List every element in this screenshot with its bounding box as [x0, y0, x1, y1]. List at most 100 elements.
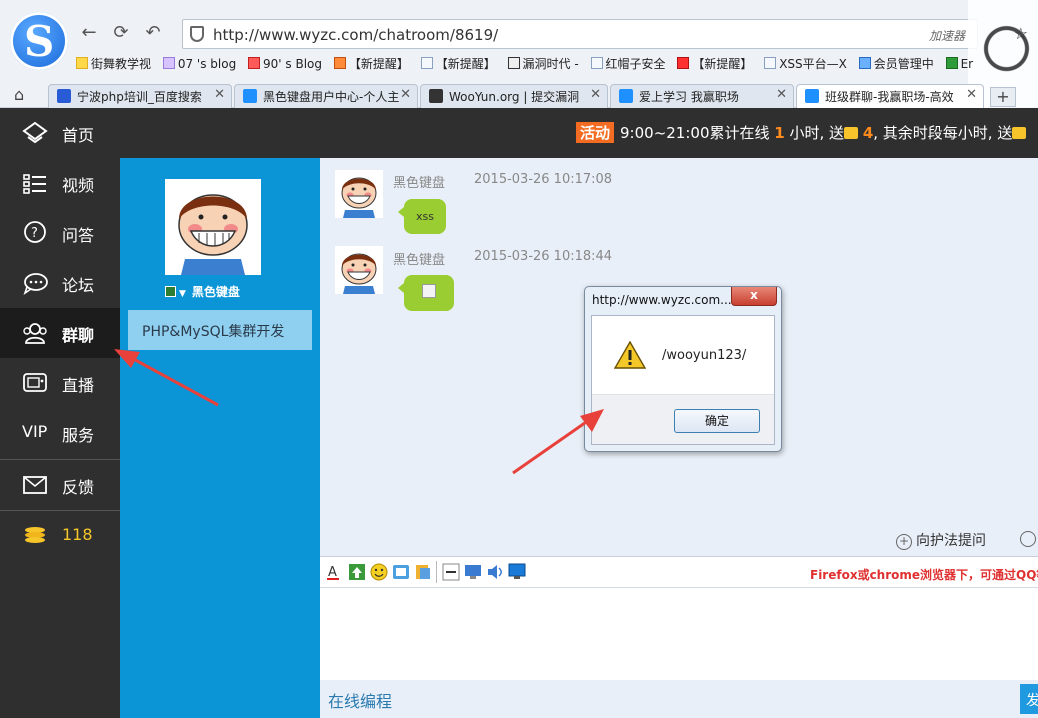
dialog-close-button[interactable]: x: [731, 287, 777, 306]
group-chat-icon: [23, 323, 47, 344]
tab-title: 爱上学习 我赢职场: [639, 90, 739, 104]
bookmark-item[interactable]: 漏洞时代 -: [507, 55, 579, 72]
bookmark-item[interactable]: 【新提醒】: [420, 55, 496, 72]
broken-image-icon: [422, 284, 436, 298]
avatar[interactable]: [165, 179, 261, 275]
bookmark-icon: [858, 57, 871, 69]
new-tab-button[interactable]: +: [990, 87, 1016, 107]
clock-icon[interactable]: [1020, 531, 1036, 547]
user-name-row[interactable]: ▼ 黑色键盘: [165, 283, 240, 300]
speaker-icon[interactable]: [486, 563, 504, 581]
browser-chrome: S ← ⟳ ↶ http://www.wyzc.com/chatroom/861…: [0, 0, 1038, 108]
image-upload-icon[interactable]: [348, 563, 366, 581]
star-icon[interactable]: ☆: [1014, 24, 1028, 43]
tab-title: 宁波php培训_百度搜索: [77, 90, 202, 104]
accelerator-button[interactable]: 加速器: [929, 27, 965, 44]
close-icon[interactable]: ✕: [400, 87, 411, 102]
message-time: 2015-03-26 10:17:08: [474, 172, 613, 187]
emoji-icon[interactable]: [370, 563, 388, 581]
close-icon[interactable]: ✕: [590, 87, 601, 102]
bookmark-item[interactable]: 街舞教学视: [76, 55, 151, 72]
nav-video[interactable]: 视频: [0, 158, 120, 208]
group-list-item[interactable]: PHP&MySQL集群开发: [128, 310, 312, 350]
browser-notice: Firefox或chrome浏览器下，可通过QQ等工: [810, 568, 1038, 582]
nav-label: 直播: [62, 376, 95, 395]
bookmark-icon: [76, 57, 88, 69]
verified-icon: [165, 286, 176, 297]
tab-title: 班级群聊-我赢职场-高效: [825, 90, 954, 104]
file-icon[interactable]: [414, 563, 432, 581]
bookmark-item[interactable]: XSS平台—X: [764, 55, 847, 72]
coin-balance: 118: [62, 525, 93, 544]
bookmark-item[interactable]: 【新提醒】: [677, 55, 752, 72]
browser-tab[interactable]: 宁波php培训_百度搜索 ✕: [48, 84, 232, 108]
bookmark-item[interactable]: 07 's blog: [162, 57, 236, 71]
home-icon[interactable]: ⌂: [14, 85, 24, 104]
plus-icon: +: [896, 534, 912, 550]
browser-tab[interactable]: 黑色键盘用户中心-个人主 ✕: [234, 84, 418, 108]
forum-icon: [23, 273, 48, 295]
back-icon[interactable]: ←: [78, 22, 100, 44]
close-icon[interactable]: ✕: [776, 87, 787, 102]
ask-guardian-link[interactable]: + 向护法提问: [896, 530, 986, 550]
question-icon: ?: [24, 221, 46, 243]
bookmark-icon: [764, 57, 777, 69]
font-color-icon[interactable]: A: [326, 563, 344, 581]
activity-text: 9:00~21:00累计在线: [620, 124, 770, 142]
bookmark-item[interactable]: Er: [945, 57, 973, 71]
bookmark-item[interactable]: 90' s Blog: [248, 57, 322, 71]
browser-tab[interactable]: WooYun.org | 提交漏洞 ✕: [420, 84, 608, 108]
message-input[interactable]: [320, 587, 1038, 680]
online-coding-link[interactable]: 在线编程: [328, 688, 392, 712]
bookmark-icon: [162, 57, 175, 69]
message-text: xss: [416, 210, 434, 223]
browser-logo-icon: S: [10, 12, 68, 70]
bookmark-icon: [248, 57, 261, 69]
svg-text:A: A: [328, 565, 337, 580]
nav-forum[interactable]: 论坛: [0, 258, 120, 308]
user-name: 黑色键盘: [191, 285, 240, 299]
message-avatar[interactable]: [335, 170, 383, 218]
tab-favicon: [57, 89, 71, 103]
monitor-icon[interactable]: [508, 563, 526, 581]
browser-tab[interactable]: 爱上学习 我赢职场 ✕: [610, 84, 794, 108]
close-icon[interactable]: ✕: [214, 87, 225, 102]
nav-coins[interactable]: 118: [0, 511, 120, 561]
video-list-icon: [23, 174, 46, 194]
message-user: 黑色键盘: [393, 253, 446, 268]
activity-count: 4: [862, 124, 874, 142]
minus-icon[interactable]: [442, 563, 460, 581]
address-bar[interactable]: http://www.wyzc.com/chatroom/8619/ 加速器: [182, 19, 978, 49]
bookmark-item[interactable]: 【新提醒】: [333, 55, 409, 72]
undo-icon[interactable]: ↶: [142, 22, 164, 44]
left-sidebar: 首页 视频 ? 问答 论坛 群聊 直播 VIP 服务 反馈 118: [0, 108, 120, 718]
nav-label: 问答: [62, 226, 95, 245]
user-panel: ▼ 黑色键盘 PHP&MySQL集群开发: [120, 158, 320, 718]
nav-group-chat[interactable]: 群聊: [0, 308, 120, 358]
warning-icon: [614, 341, 646, 369]
dialog-message: /wooyun123/: [662, 348, 747, 363]
refresh-icon[interactable]: ⟳: [110, 22, 132, 44]
nav-live[interactable]: 直播: [0, 358, 120, 408]
nav-vip-service[interactable]: VIP 服务: [0, 408, 120, 458]
nav-home[interactable]: 首页: [0, 108, 120, 158]
bookmark-icon: [590, 57, 603, 69]
screen-share-icon[interactable]: [464, 563, 482, 581]
coin-icon: [1012, 127, 1027, 139]
nav-qa[interactable]: ? 问答: [0, 208, 120, 258]
close-icon[interactable]: ✕: [966, 87, 977, 102]
send-button[interactable]: 发: [1020, 684, 1038, 714]
bookmark-item[interactable]: 红帽子安全: [590, 55, 666, 72]
close-icon: x: [750, 288, 758, 302]
url-text[interactable]: http://www.wyzc.com/chatroom/8619/: [213, 26, 498, 44]
caret-down-icon[interactable]: ▼: [179, 289, 186, 299]
message-avatar[interactable]: [335, 246, 383, 294]
site-topbar: 活动 9:00~21:00累计在线 1 小时, 送 4, 其余时段每小时, 送: [0, 108, 1038, 158]
bookmark-icon: [945, 57, 958, 69]
nav-feedback[interactable]: 反馈: [0, 460, 120, 510]
activity-hours: 1: [774, 124, 785, 142]
ok-button[interactable]: 确定: [674, 409, 760, 433]
screenshot-icon[interactable]: [392, 563, 410, 581]
bookmark-item[interactable]: 会员管理中: [858, 55, 934, 72]
browser-tab-active[interactable]: 班级群聊-我赢职场-高效 ✕: [796, 84, 984, 108]
